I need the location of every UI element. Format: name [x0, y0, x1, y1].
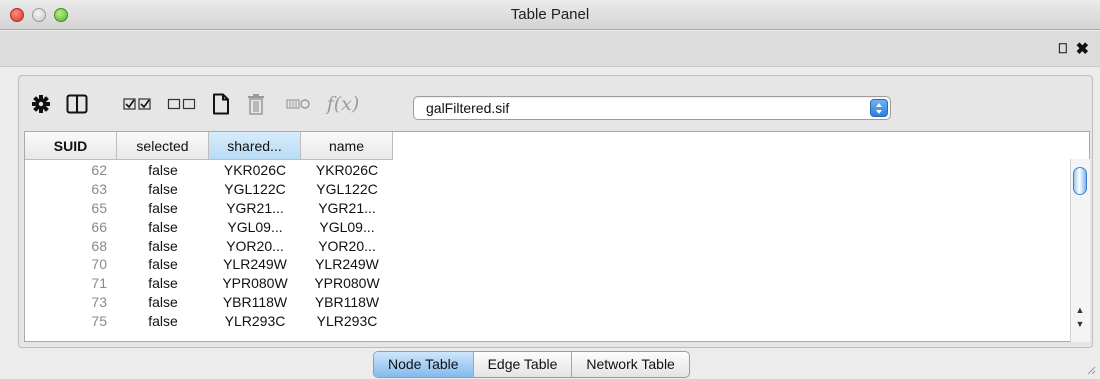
cell-selected[interactable]: false	[117, 312, 209, 331]
table-header: SUID selected shared... name	[25, 132, 393, 160]
cell-name[interactable]: YPR080W	[301, 274, 393, 293]
table-type-tabs: Node Table Edge Table Network Table	[373, 351, 690, 378]
cell-name[interactable]: YGL122C	[301, 180, 393, 199]
delete-icon[interactable]	[243, 80, 269, 128]
table-panel-window: Table Panel ⎕ ✖ f(x) galFiltered.sif SUI…	[0, 0, 1100, 379]
cell-suid[interactable]: 73	[25, 293, 117, 312]
cell-shared-name[interactable]: YLR249W	[209, 255, 301, 274]
table-row[interactable]: 71 false YPR080W YPR080W	[25, 274, 393, 293]
cell-shared-name[interactable]: YGL122C	[209, 180, 301, 199]
table-row[interactable]: 66 false YGL09... YGL09...	[25, 218, 393, 237]
table-row[interactable]: 62 false YKR026C YKR026C	[25, 161, 393, 180]
cell-name[interactable]: YBR118W	[301, 293, 393, 312]
cell-suid[interactable]: 63	[25, 180, 117, 199]
cell-shared-name[interactable]: YLR293C	[209, 312, 301, 331]
tab-node-table[interactable]: Node Table	[374, 352, 474, 377]
table-row[interactable]: 68 false YOR20... YOR20...	[25, 237, 393, 256]
new-column-icon[interactable]	[209, 80, 233, 128]
column-header-name[interactable]: name	[301, 132, 393, 160]
gear-icon[interactable]	[29, 80, 53, 128]
table-selector-dropdown[interactable]: galFiltered.sif	[413, 96, 891, 120]
resize-grip-icon[interactable]	[1086, 365, 1096, 375]
table-row[interactable]: 75 false YLR293C YLR293C	[25, 312, 393, 331]
column-header-shared-name[interactable]: shared...	[209, 132, 301, 160]
function-builder-button[interactable]: f(x)	[323, 80, 363, 128]
cell-suid[interactable]: 68	[25, 237, 117, 256]
cell-selected[interactable]: false	[117, 218, 209, 237]
table-row[interactable]: 63 false YGL122C YGL122C	[25, 180, 393, 199]
scroll-down-arrow-icon[interactable]: ▼	[1070, 317, 1090, 331]
panel-header	[0, 31, 1100, 67]
cell-shared-name[interactable]: YOR20...	[209, 237, 301, 256]
window-title: Table Panel	[510, 6, 590, 23]
column-header-selected[interactable]: selected	[117, 132, 209, 160]
cell-suid[interactable]: 65	[25, 199, 117, 218]
cell-name[interactable]: YOR20...	[301, 237, 393, 256]
columns-icon[interactable]	[64, 80, 90, 128]
cell-selected[interactable]: false	[117, 293, 209, 312]
title-bar: Table Panel	[0, 0, 1100, 30]
tab-network-table[interactable]: Network Table	[572, 352, 688, 377]
cell-name[interactable]: YKR026C	[301, 161, 393, 180]
cell-shared-name[interactable]: YPR080W	[209, 274, 301, 293]
tab-edge-table[interactable]: Edge Table	[474, 352, 573, 377]
chevron-updown-icon	[870, 99, 888, 117]
select-all-icon[interactable]	[121, 80, 155, 128]
cell-selected[interactable]: false	[117, 255, 209, 274]
cell-suid[interactable]: 66	[25, 218, 117, 237]
cell-suid[interactable]: 75	[25, 312, 117, 331]
cell-suid[interactable]: 71	[25, 274, 117, 293]
pin-icon[interactable]: ⎕	[1059, 40, 1067, 57]
cell-name[interactable]: YLR249W	[301, 255, 393, 274]
cell-selected[interactable]: false	[117, 180, 209, 199]
cell-selected[interactable]: false	[117, 161, 209, 180]
cell-selected[interactable]: false	[117, 237, 209, 256]
link-icon[interactable]	[283, 80, 315, 128]
cell-name[interactable]: YLR293C	[301, 312, 393, 331]
cell-name[interactable]: YGL09...	[301, 218, 393, 237]
node-table: SUID selected shared... name 62 false YKR0…	[24, 131, 1090, 342]
cell-suid[interactable]: 70	[25, 255, 117, 274]
table-row[interactable]: 70 false YLR249W YLR249W	[25, 255, 393, 274]
cell-name[interactable]: YGR21...	[301, 199, 393, 218]
cell-suid[interactable]: 62	[25, 161, 117, 180]
cell-shared-name[interactable]: YBR118W	[209, 293, 301, 312]
cell-shared-name[interactable]: YGL09...	[209, 218, 301, 237]
table-row[interactable]: 73 false YBR118W YBR118W	[25, 293, 393, 312]
cell-selected[interactable]: false	[117, 199, 209, 218]
table-row[interactable]: 65 false YGR21... YGR21...	[25, 199, 393, 218]
deselect-all-icon[interactable]	[165, 80, 199, 128]
cell-shared-name[interactable]: YKR026C	[209, 161, 301, 180]
scrollbar-thumb[interactable]	[1073, 167, 1087, 195]
table-body: 62 false YKR026C YKR026C 63 false YGL122C YGL12…	[25, 161, 393, 331]
column-header-suid[interactable]: SUID	[25, 132, 117, 160]
table-selector-value: galFiltered.sif	[426, 100, 510, 116]
cell-shared-name[interactable]: YGR21...	[209, 199, 301, 218]
cell-selected[interactable]: false	[117, 274, 209, 293]
scroll-up-arrow-icon[interactable]: ▲	[1070, 303, 1090, 317]
close-icon[interactable]: ✖	[1076, 39, 1089, 59]
